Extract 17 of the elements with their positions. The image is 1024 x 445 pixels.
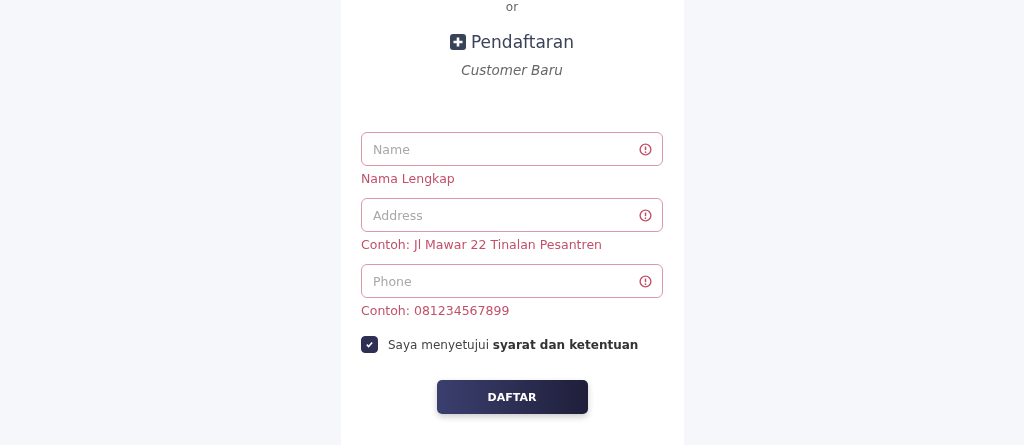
input-field[interactable]: Address: [361, 198, 663, 232]
helper-text: Contoh: 081234567899: [361, 303, 511, 318]
plus-icon: [449, 34, 466, 50]
input-field[interactable]: Phone: [361, 264, 663, 298]
helper-text: Nama Lengkap: [361, 171, 456, 186]
check-icon: [365, 340, 374, 349]
warning-icon: [639, 142, 652, 156]
checkbox[interactable]: [361, 336, 378, 353]
warning-icon: [639, 274, 652, 288]
form-subtitle: Customer Baru: [461, 62, 563, 78]
agreement-text: Saya menyetujui syarat dan ketentuan: [388, 337, 639, 352]
input-field[interactable]: Name: [361, 132, 663, 166]
divider-text: or: [505, 0, 519, 14]
warning-icon: [639, 208, 652, 222]
form-title: Pendaftaran: [470, 32, 574, 52]
helper-text: Contoh: Jl Mawar 22 Tinalan Pesantren: [361, 237, 603, 252]
submit-button[interactable]: DAFTAR: [436, 380, 588, 414]
